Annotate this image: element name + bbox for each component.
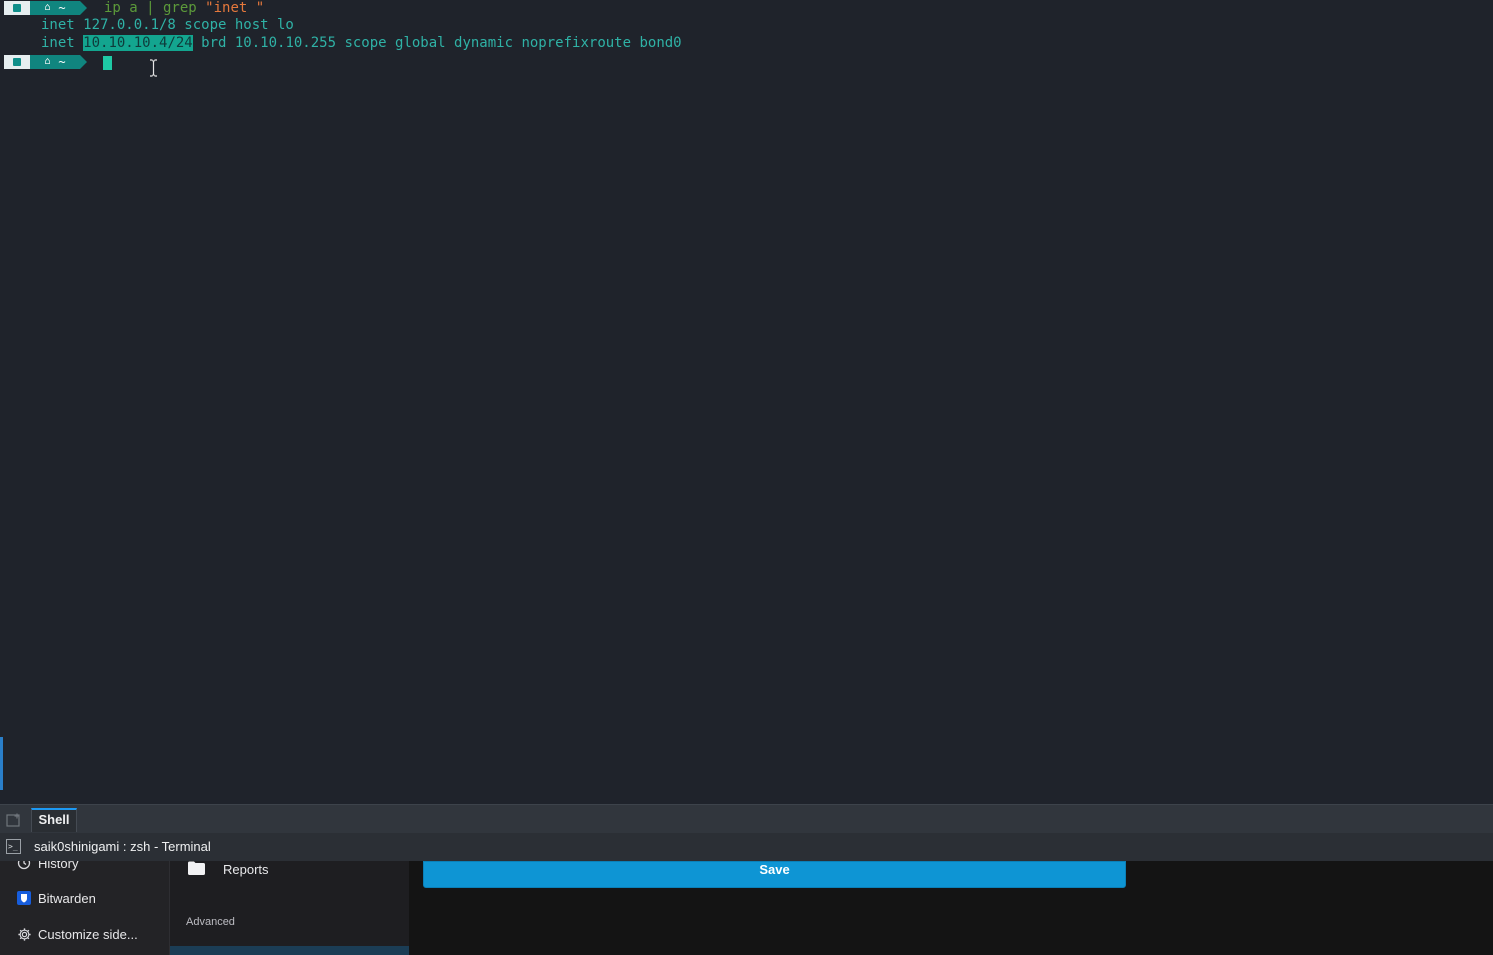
sidebar-item-label: Bitwarden — [38, 890, 96, 906]
command-part: ip a | grep — [104, 0, 206, 16]
output-line: inet 10.10.10.4/24 brd 10.10.10.255 scop… — [41, 34, 682, 52]
distro-icon — [13, 4, 21, 12]
home-icon: ⌂ — [44, 2, 51, 13]
save-button[interactable]: Save — [423, 861, 1126, 888]
sidebar-item-history[interactable]: History — [16, 861, 78, 873]
new-tab-icon[interactable] — [6, 813, 22, 827]
history-icon — [16, 861, 32, 871]
prompt: ⌂ ~ — [4, 55, 87, 69]
prompt: ⌂ ~ — [4, 1, 87, 15]
prompt-line: ⌂ ~ — [0, 53, 200, 71]
command-string: "inet " — [205, 0, 265, 16]
bitwarden-icon — [16, 890, 32, 906]
folder-icon — [188, 861, 205, 878]
selected-text[interactable]: 10.10.10.4/24 — [83, 35, 193, 51]
tab-shell[interactable]: Shell — [31, 808, 77, 832]
directory-segment: ⌂ ~ — [30, 1, 87, 15]
directory-segment: ⌂ ~ — [30, 55, 87, 69]
selected-folder-row[interactable] — [170, 946, 409, 955]
command-text: ip a | grep "inet " — [104, 0, 264, 17]
sidebar-item-label: Customize side... — [38, 926, 138, 942]
folder-item-reports[interactable]: Reports — [188, 861, 269, 877]
sidebar-item-label: History — [38, 861, 79, 871]
command-line: ⌂ ~ ip a | grep "inet " — [0, 0, 1493, 17]
os-segment — [4, 1, 37, 15]
tab-bar: Shell — [0, 804, 1493, 833]
terminal-view[interactable]: ⌂ ~ ip a | grep "inet " inet 127.0.0.1/8… — [0, 0, 1493, 804]
output-prefix: inet — [41, 35, 84, 51]
os-segment — [4, 55, 37, 69]
activity-marker — [0, 737, 3, 790]
browser-window: History Bitwarden Customize side... Repo… — [0, 861, 1493, 955]
terminal-icon: >_ — [6, 839, 21, 854]
browser-sidebar: History Bitwarden Customize side... — [0, 861, 170, 955]
folder-label: Reports — [223, 861, 269, 877]
folder-list: Reports Advanced — [170, 861, 409, 955]
ibeam-cursor-icon — [150, 59, 157, 77]
sidebar-item-bitwarden[interactable]: Bitwarden — [16, 888, 96, 908]
sidebar-item-customize[interactable]: Customize side... — [16, 924, 138, 944]
prompt-dir: ~ — [58, 1, 66, 15]
window-title: saik0shinigami : zsh - Terminal — [34, 839, 211, 854]
home-icon: ⌂ — [44, 56, 51, 67]
output-line: inet 127.0.0.1/8 scope host lo — [41, 17, 294, 33]
distro-icon — [13, 58, 21, 66]
section-label-advanced: Advanced — [186, 916, 235, 928]
output-suffix: brd 10.10.10.255 scope global dynamic no… — [192, 35, 682, 51]
taskbar-window-entry[interactable]: >_ saik0shinigami : zsh - Terminal — [0, 833, 1493, 861]
text-cursor — [103, 56, 112, 70]
prompt-dir: ~ — [58, 55, 66, 69]
gear-icon — [16, 926, 32, 942]
